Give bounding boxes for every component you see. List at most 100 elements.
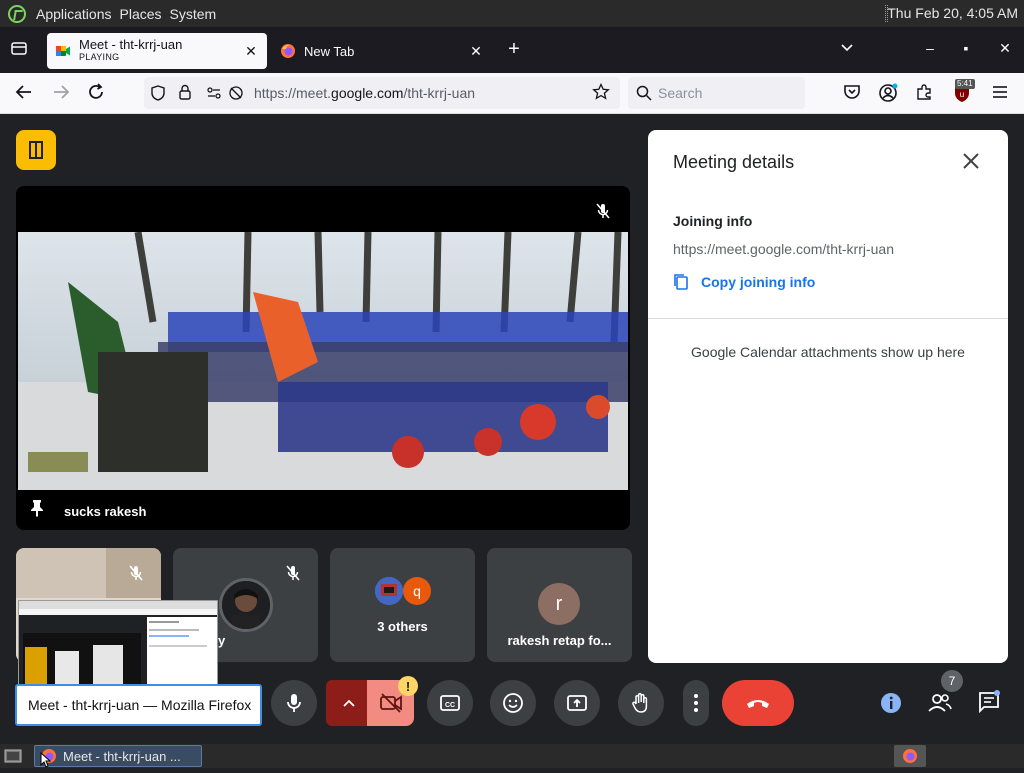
maximize-window-icon[interactable]: ▪ — [956, 40, 976, 56]
extensions-puzzle-icon[interactable] — [913, 83, 935, 106]
calendar-attachments-note: Google Calendar attachments show up here — [691, 344, 965, 360]
camera-options-button[interactable] — [326, 680, 372, 726]
url-text[interactable]: https://meet.google.com/tht-krrj-uan — [254, 85, 475, 101]
firefox-icon — [903, 749, 917, 763]
pin-icon[interactable] — [30, 499, 44, 522]
participant-name: sucks rakesh — [64, 504, 147, 519]
show-desktop-icon[interactable] — [4, 748, 22, 769]
others-count-label: 3 others — [377, 619, 428, 634]
back-arrow-icon[interactable] — [13, 83, 35, 106]
meet-page: sucks rakesh y q 3 others r rakesh retap… — [0, 114, 1024, 744]
copy-joining-info-button[interactable]: Copy joining info — [673, 273, 815, 291]
camera-warning-badge: ! — [398, 676, 418, 696]
search-placeholder: Search — [658, 85, 703, 101]
others-tile[interactable]: q 3 others — [330, 548, 475, 662]
tab-title: Meet - tht-krrj-uan — [79, 37, 183, 52]
forward-arrow-icon[interactable] — [50, 83, 72, 106]
captions-button[interactable]: CC — [427, 680, 473, 726]
chat-icon[interactable] — [977, 690, 1001, 719]
search-bar[interactable]: Search — [628, 77, 805, 109]
raise-hand-button[interactable] — [618, 680, 664, 726]
hand-icon — [632, 693, 648, 713]
participants-count-badge: 7 — [941, 670, 963, 692]
close-tab-icon[interactable]: ✕ — [468, 43, 484, 60]
list-all-tabs-icon[interactable] — [8, 40, 30, 60]
top-panel: Applications Places System Thu Feb 20, 4… — [0, 0, 1024, 27]
pocket-icon[interactable] — [841, 83, 863, 106]
people-icon[interactable] — [928, 692, 952, 719]
camera-blocked-icon[interactable] — [228, 85, 244, 106]
svg-text:u: u — [960, 90, 964, 99]
close-icon[interactable] — [962, 150, 980, 176]
panel-title: Meeting details — [673, 152, 795, 172]
copy-label: Copy joining info — [701, 274, 816, 290]
avatar — [219, 578, 273, 632]
close-tab-icon[interactable]: ✕ — [243, 43, 259, 60]
minimize-window-icon[interactable]: – — [920, 40, 940, 56]
microphone-icon — [287, 694, 301, 712]
participant-name: y — [218, 633, 226, 648]
account-icon[interactable] — [877, 83, 899, 108]
applications-menu[interactable]: Applications — [32, 0, 116, 27]
chevron-down-icon[interactable] — [840, 40, 854, 56]
svg-text:CC: CC — [445, 702, 455, 709]
self-preview[interactable] — [18, 600, 218, 690]
main-video-tile[interactable]: sucks rakesh — [16, 186, 630, 530]
camera-off-icon — [379, 693, 402, 713]
tab-meet[interactable]: Meet - tht-krrj-uan PLAYING ✕ — [47, 33, 267, 69]
avatar: q — [403, 577, 431, 605]
clock[interactable]: Thu Feb 20, 4:05 AM — [887, 5, 1018, 21]
workspace-switcher[interactable] — [894, 745, 926, 767]
tab-title: New Tab — [304, 43, 355, 59]
room-badge-door-icon[interactable] — [16, 130, 56, 170]
more-options-button[interactable] — [683, 680, 709, 726]
ublock-extension-icon[interactable]: u 5:41 — [951, 79, 975, 108]
permissions-icon[interactable] — [206, 85, 224, 106]
search-icon — [636, 85, 652, 106]
captions-icon: CC — [440, 695, 460, 711]
hamburger-menu-icon[interactable] — [989, 83, 1011, 104]
joining-url: https://meet.google.com/tht-krrj-uan — [673, 241, 894, 257]
window-tooltip: Meet - tht-krrj-uan — Mozilla Firefox — [15, 684, 262, 726]
reload-icon[interactable] — [85, 83, 107, 106]
present-icon — [567, 695, 587, 711]
reactions-button[interactable] — [490, 680, 536, 726]
end-call-icon — [747, 700, 769, 708]
meeting-info-icon[interactable] — [880, 692, 902, 719]
leave-call-button[interactable] — [722, 680, 794, 726]
system-menu[interactable]: System — [166, 0, 221, 27]
extension-badge: 5:41 — [955, 79, 975, 89]
chevron-up-icon — [343, 699, 355, 707]
firefox-icon — [281, 44, 295, 58]
navigation-toolbar: https://meet.google.com/tht-krrj-uan Sea… — [0, 73, 1024, 114]
participant-name: rakesh retap fo... — [507, 633, 612, 648]
places-menu[interactable]: Places — [116, 0, 166, 27]
divider — [648, 318, 1008, 319]
mic-off-icon — [284, 564, 302, 582]
tab-new-tab[interactable]: New Tab ✕ — [272, 33, 492, 69]
close-window-icon[interactable]: ✕ — [995, 40, 1015, 57]
copy-icon — [674, 274, 688, 290]
tab-playing-label: PLAYING — [79, 52, 120, 62]
participant-tile[interactable]: r rakesh retap fo... — [487, 548, 632, 662]
bottom-taskbar: Meet - tht-krrj-uan ... — [0, 744, 1024, 768]
avatar: r — [538, 583, 580, 625]
lock-icon[interactable] — [178, 84, 192, 105]
google-meet-icon — [56, 46, 70, 56]
new-tab-plus-icon[interactable]: + — [504, 38, 524, 61]
address-bar[interactable]: https://meet.google.com/tht-krrj-uan — [144, 77, 620, 109]
taskbar-window-button[interactable]: Meet - tht-krrj-uan ... — [34, 745, 202, 767]
more-vertical-icon — [694, 694, 698, 712]
distro-logo-icon[interactable] — [8, 4, 26, 23]
meeting-details-panel: Meeting details Joining info https://mee… — [648, 130, 1008, 663]
bookmark-star-icon[interactable] — [592, 82, 610, 106]
present-screen-button[interactable] — [554, 680, 600, 726]
mouse-cursor-icon — [40, 751, 52, 773]
shield-icon[interactable] — [150, 85, 166, 106]
mic-off-icon — [127, 564, 145, 582]
main-video-stream — [18, 232, 628, 490]
mic-off-icon — [594, 202, 612, 220]
emoji-icon — [503, 693, 523, 713]
joining-info-heading: Joining info — [673, 213, 753, 229]
microphone-button[interactable] — [271, 680, 317, 726]
